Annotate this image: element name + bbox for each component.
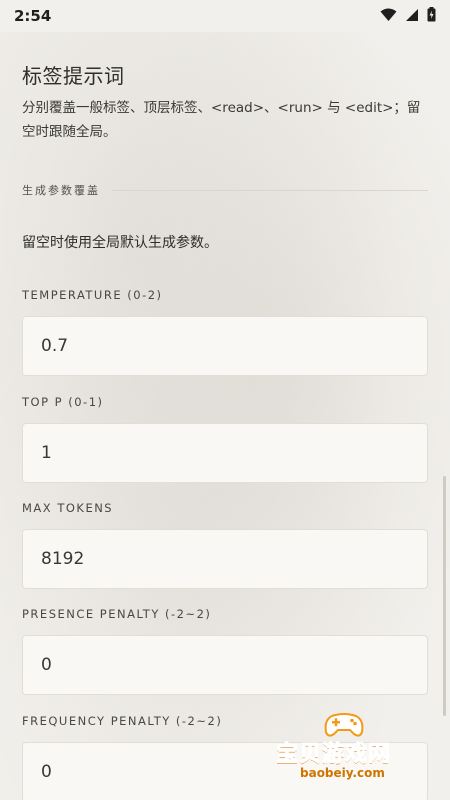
scrollbar[interactable]	[443, 476, 446, 716]
sheet-title: 标签提示词	[22, 64, 125, 88]
watermark-name: 宝贝游戏网	[275, 742, 392, 768]
frequency-penalty-label: FREQUENCY PENALTY (-2~2)	[22, 714, 223, 728]
section-divider	[112, 189, 428, 191]
presence-penalty-input[interactable]	[22, 635, 428, 695]
max-tokens-label: MAX TOKENS	[22, 501, 114, 515]
section-header: 生成参数覆盖	[22, 182, 428, 198]
battery-icon	[427, 6, 436, 26]
wifi-icon	[380, 7, 397, 26]
sheet-subtitle: 分别覆盖一般标签、顶层标签、<read>、<run> 与 <edit>；留空时跟…	[22, 100, 421, 140]
signal-icon	[405, 7, 419, 26]
section-label: 生成参数覆盖	[22, 184, 100, 197]
top-p-label: TOP P (0-1)	[22, 395, 104, 409]
status-time: 2:54	[14, 7, 52, 25]
max-tokens-input[interactable]	[22, 529, 428, 589]
tag-prompt-sheet: 标签提示词 分别覆盖一般标签、顶层标签、<read>、<run> 与 <edit…	[0, 32, 450, 800]
section-note: 留空时使用全局默认生成参数。	[22, 235, 218, 251]
watermark: 宝贝游戏网 baobeiy.com	[270, 712, 450, 800]
top-p-input[interactable]	[22, 423, 428, 483]
temperature-input[interactable]	[22, 316, 428, 376]
presence-penalty-label: PRESENCE PENALTY (-2~2)	[22, 607, 212, 621]
status-icons	[380, 6, 436, 26]
watermark-url: baobeiy.com	[300, 766, 385, 780]
status-bar: 2:54	[0, 0, 450, 32]
temperature-label: TEMPERATURE (0-2)	[22, 288, 163, 302]
